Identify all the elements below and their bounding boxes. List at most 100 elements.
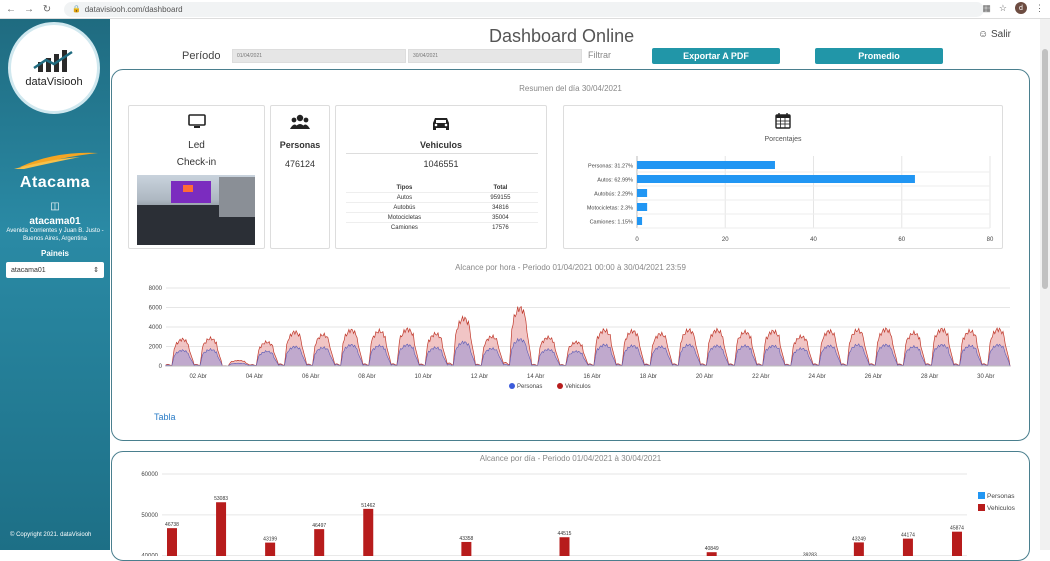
tabla-link[interactable]: Tabla bbox=[154, 412, 176, 422]
table-header: Tipos bbox=[346, 184, 463, 193]
users-icon bbox=[271, 114, 329, 135]
data-label: 53083 bbox=[214, 496, 228, 502]
date-from-input[interactable]: 01/04/2021 bbox=[232, 49, 406, 63]
user-icon: ☺ bbox=[978, 29, 989, 40]
x-tick-label: 40 bbox=[810, 237, 817, 243]
bar bbox=[853, 542, 864, 556]
data-label: 51462 bbox=[361, 503, 375, 509]
summary-card: Resumen del día 30/04/2021 Led Check-in bbox=[111, 69, 1030, 441]
legend-label: Vehiculos bbox=[987, 505, 1016, 512]
x-tick-label: 02 Abr bbox=[189, 374, 206, 380]
data-label: 43249 bbox=[852, 536, 866, 542]
y-tick-label: 6000 bbox=[149, 306, 163, 312]
billboard-photo bbox=[137, 175, 255, 245]
hourly-chart: 0 2000 4000 6000 8000 02 Abr 04 Abr 06 Abr 08 Ab… bbox=[149, 286, 1011, 390]
average-button[interactable]: Promedio bbox=[815, 48, 943, 64]
personas-box: Personas 476124 bbox=[270, 105, 330, 249]
x-tick-label: 06 Abr bbox=[302, 374, 319, 380]
table-row: Camiones 17576 bbox=[346, 222, 538, 232]
vehiculos-box: Vehiculos 1046551 Tipos Total Autos 9591… bbox=[335, 105, 547, 249]
scrollbar-thumb[interactable] bbox=[1042, 49, 1048, 289]
table-row: Autos 959155 bbox=[346, 192, 538, 203]
data-label: 44174 bbox=[901, 533, 915, 539]
logout-label: Salir bbox=[991, 29, 1012, 40]
star-icon[interactable]: ☆ bbox=[999, 3, 1007, 14]
export-pdf-button[interactable]: Exportar A PDF bbox=[652, 48, 780, 64]
data-label: 46497 bbox=[312, 523, 326, 529]
logo-chart-icon bbox=[33, 50, 73, 72]
reload-icon[interactable]: ↻ bbox=[40, 4, 54, 15]
category-label: Camiones: 1.15% bbox=[590, 220, 634, 226]
personas-value: 476124 bbox=[284, 159, 316, 169]
monitor-icon bbox=[129, 114, 264, 135]
legend-label: Personas bbox=[517, 384, 542, 390]
x-tick-label: 04 Abr bbox=[246, 374, 263, 380]
translate-icon[interactable]: ▦ bbox=[982, 3, 991, 14]
x-tick-label: 24 Abr bbox=[808, 374, 825, 380]
bar bbox=[637, 203, 648, 211]
bar bbox=[461, 541, 472, 556]
profile-avatar[interactable]: d bbox=[1015, 2, 1027, 14]
url-text: datavisiooh.com/dashboard bbox=[84, 4, 183, 14]
table-cell: Camiones bbox=[346, 222, 463, 232]
legend-marker bbox=[509, 383, 515, 389]
bar bbox=[952, 531, 962, 556]
daily-chart-title: Alcance por día - Periodo 01/04/2021 à 3… bbox=[479, 454, 662, 463]
bar bbox=[363, 508, 374, 556]
led-box: Led Check-in bbox=[128, 105, 265, 249]
table-cell: 959155 bbox=[462, 192, 538, 203]
table-cell: 35004 bbox=[462, 212, 538, 223]
porcentajes-chart: 0 20 40 60 80 Personas: 31.27% Autos: 62.99% Au… bbox=[587, 156, 994, 243]
data-label: 45874 bbox=[950, 526, 964, 532]
category-label: Autos: 62.99% bbox=[597, 178, 633, 184]
logo[interactable]: dataVisiooh bbox=[8, 22, 100, 114]
x-tick-label: 60 bbox=[898, 237, 905, 243]
y-tick-label: 2000 bbox=[149, 345, 163, 351]
brand-logo: Atacama bbox=[0, 149, 110, 192]
forward-icon[interactable]: → bbox=[22, 4, 36, 15]
bar bbox=[637, 217, 643, 225]
back-icon[interactable]: ← bbox=[4, 4, 18, 15]
address-bar[interactable]: 🔒 datavisiooh.com/dashboard bbox=[64, 1, 984, 17]
browser-toolbar: ← → ↻ 🔒 datavisiooh.com/dashboard ▦ ☆ d … bbox=[0, 0, 1050, 19]
legend-marker bbox=[978, 504, 985, 511]
table-cell: Motocicletas bbox=[346, 212, 463, 223]
logout-link[interactable]: ☺ Salir bbox=[978, 29, 1011, 40]
checkin-label: Check-in bbox=[176, 157, 217, 168]
category-label: Motocicletas: 2.3% bbox=[587, 206, 633, 212]
bar bbox=[706, 552, 717, 556]
personas-label: Personas bbox=[279, 140, 321, 150]
bar bbox=[902, 538, 913, 556]
data-label: 39283 bbox=[803, 553, 817, 556]
panel-select[interactable]: atacama01 ⇕ bbox=[6, 262, 104, 278]
porcentajes-box: Porcentajes 0 20 40 60 80 Personas: 31.27% Aut… bbox=[563, 105, 1003, 249]
menu-icon[interactable]: ⋮ bbox=[1035, 3, 1044, 14]
y-tick-label: 4000 bbox=[149, 325, 163, 331]
select-arrows-icon: ⇕ bbox=[93, 267, 99, 274]
x-tick-label: 80 bbox=[987, 237, 994, 243]
table-cell: Autos bbox=[346, 192, 463, 203]
summary-title: Resumen del día 30/04/2021 bbox=[519, 84, 622, 93]
panels-label: Paineis bbox=[40, 249, 69, 258]
vehicle-types-table: Tipos Total Autos 959155 Autobús 34816 M… bbox=[346, 184, 538, 232]
data-label: 46738 bbox=[165, 522, 179, 528]
filter-button[interactable]: Filtrar bbox=[588, 50, 611, 60]
bar bbox=[216, 502, 227, 556]
legend-marker bbox=[978, 492, 985, 499]
x-tick-label: 26 Abr bbox=[865, 374, 882, 380]
y-tick-label: 40000 bbox=[141, 554, 158, 556]
y-tick-label: 0 bbox=[159, 364, 163, 370]
scrollbar[interactable] bbox=[1040, 19, 1050, 550]
bar bbox=[559, 537, 570, 556]
date-to-input[interactable]: 30/04/2021 bbox=[408, 49, 582, 63]
x-tick-label: 14 Abr bbox=[527, 374, 544, 380]
bar bbox=[637, 175, 915, 183]
x-tick-label: 18 Abr bbox=[640, 374, 657, 380]
x-tick-label: 30 Abr bbox=[977, 374, 994, 380]
x-tick-label: 12 Abr bbox=[471, 374, 488, 380]
legend-label: Personas bbox=[987, 493, 1015, 500]
bar bbox=[265, 542, 276, 556]
data-label: 40849 bbox=[705, 546, 719, 552]
x-tick-label: 20 bbox=[722, 237, 729, 243]
logo-text: dataVisiooh bbox=[25, 76, 83, 88]
